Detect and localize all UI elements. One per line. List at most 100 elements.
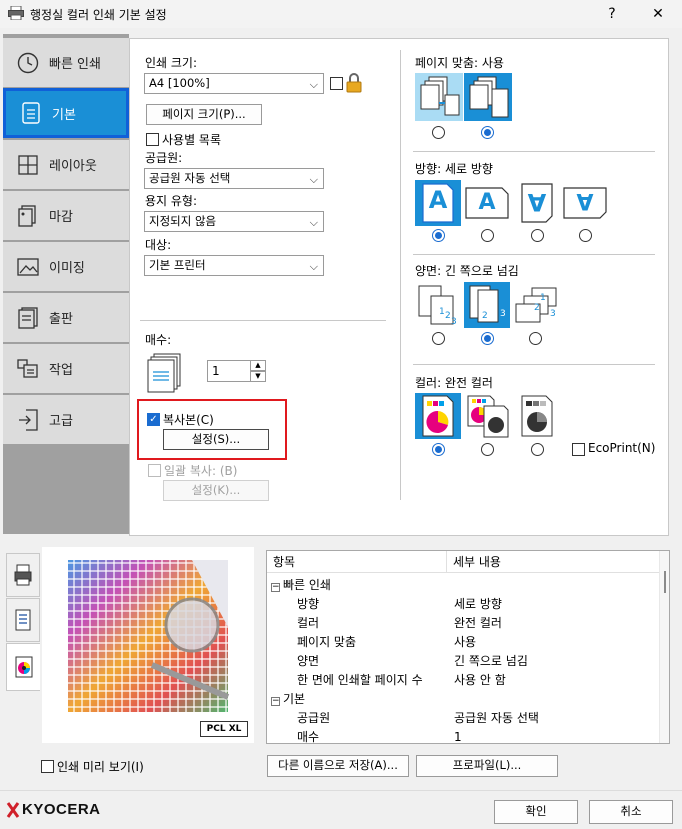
duplex-short-edge-icon[interactable]: 1 2 3 [514, 282, 560, 328]
color-label: 컬러: 완전 컬러 [415, 376, 493, 390]
svg-text:2: 2 [445, 311, 451, 321]
duplex-off-icon[interactable]: 1 2 3 [415, 282, 461, 328]
orientation-rotated-landscape-radio[interactable] [579, 229, 592, 242]
orientation-landscape-option[interactable]: A [464, 180, 510, 226]
copies-down-arrow-icon[interactable]: ▼ [250, 371, 266, 382]
sidebar-item-basic[interactable]: 기본 [3, 88, 129, 138]
help-button[interactable]: ? [597, 3, 627, 25]
sidebar-item-label: 이미징 [49, 261, 85, 276]
custom-list-checkbox[interactable] [146, 133, 159, 146]
table-group-row[interactable]: − 기본 [267, 690, 659, 709]
batch-settings-button[interactable]: 설정(K)... [163, 480, 269, 501]
ecoprint-label: EcoPrint(N) [588, 441, 656, 455]
copies-up-arrow-icon[interactable]: ▲ [250, 360, 266, 371]
duplex-long-edge-radio[interactable] [481, 332, 494, 345]
orientation-portrait-option[interactable]: A [415, 180, 461, 226]
svg-text:2: 2 [482, 311, 488, 321]
duplex-short-edge-radio[interactable] [529, 332, 542, 345]
fit-off-icon[interactable] [415, 73, 463, 121]
ok-button[interactable]: 확인 [494, 800, 578, 824]
sidebar-item-label: 고급 [49, 414, 73, 429]
sidebar-item-publishing[interactable]: 출판 [3, 293, 129, 343]
collapse-icon[interactable]: − [271, 697, 280, 706]
orientation-landscape-radio[interactable] [481, 229, 494, 242]
orientation-glyph: A [428, 186, 448, 214]
column-divider [400, 50, 401, 500]
fit-off-radio[interactable] [432, 126, 445, 139]
table-row[interactable]: 양면 긴 쪽으로 넘김 [267, 652, 659, 671]
close-button[interactable]: ✕ [643, 3, 673, 25]
kyocera-logo-text: KYOCERA [22, 801, 101, 818]
orientation-glyph: A [478, 190, 496, 215]
table-row[interactable]: 한 면에 인쇄할 페이지 수 사용 안 함 [267, 671, 659, 690]
fit-on-icon[interactable] [464, 73, 512, 121]
table-row[interactable]: 컬러 완전 컬러 [267, 614, 659, 633]
auto-color-radio[interactable] [481, 443, 494, 456]
print-size-select[interactable]: A4 [100%] ⌵ [144, 73, 324, 94]
black-white-icon[interactable] [514, 393, 560, 439]
black-white-radio[interactable] [531, 443, 544, 456]
sidebar-item-label: 기본 [52, 107, 76, 123]
row-detail: 1 [454, 730, 462, 744]
orientation-glyph: A [527, 188, 547, 216]
destination-select[interactable]: 기본 프린터 ⌵ [144, 255, 324, 276]
batch-copy-checkbox[interactable] [148, 464, 161, 477]
media-type-select[interactable]: 지정되지 않음 ⌵ [144, 211, 324, 232]
clock-icon [13, 51, 43, 75]
sidebar-item-quick-print[interactable]: 빠른 인쇄 [3, 38, 129, 88]
scrollbar-thumb[interactable] [664, 571, 666, 593]
orientation-rotated-portrait-radio[interactable] [531, 229, 544, 242]
divider [140, 320, 386, 321]
page-size-button[interactable]: 페이지 크기(P)... [146, 104, 262, 125]
table-row[interactable]: 방향 세로 방향 [267, 595, 659, 614]
orientation-rotated-landscape-option[interactable]: A [562, 180, 608, 226]
copies-input[interactable]: 1 [207, 360, 251, 382]
column-header-item[interactable]: 항목 [267, 551, 447, 573]
sidebar-item-imaging[interactable]: 이미징 [3, 242, 129, 292]
media-type-value: 지정되지 않음 [149, 214, 217, 228]
full-color-icon[interactable] [415, 393, 461, 439]
sidebar-item-label: 작업 [49, 363, 73, 378]
source-select[interactable]: 공급원 자동 선택 ⌵ [144, 168, 324, 189]
tab-printer[interactable] [6, 553, 40, 597]
collapse-icon[interactable]: − [271, 583, 280, 592]
table-row[interactable]: 공급원 공급원 자동 선택 [267, 709, 659, 728]
table-group-row[interactable]: − 빠른 인쇄 [267, 576, 659, 595]
row-item: 한 면에 인쇄할 페이지 수 [297, 673, 423, 687]
sidebar-item-job[interactable]: 작업 [3, 344, 129, 394]
copy-checkbox[interactable]: ✓ [147, 413, 160, 426]
auto-color-icon[interactable] [464, 393, 510, 439]
lock-size-checkbox[interactable] [330, 77, 343, 90]
print-preview-checkbox[interactable] [41, 760, 54, 773]
job-icon [13, 357, 43, 381]
orientation-rotated-portrait-option[interactable]: A [514, 180, 560, 226]
source-value: 공급원 자동 선택 [149, 171, 231, 185]
profile-button[interactable]: 프로파일(L)... [416, 755, 558, 777]
sidebar-item-layout[interactable]: 레이아웃 [3, 140, 129, 190]
ecoprint-checkbox[interactable] [572, 443, 585, 456]
sidebar-item-advanced[interactable]: 고급 [3, 395, 129, 445]
row-detail: 공급원 자동 선택 [454, 711, 539, 725]
row-item: 방향 [297, 597, 320, 611]
duplex-off-radio[interactable] [432, 332, 445, 345]
divider [413, 364, 655, 365]
table-row[interactable]: 매수 1 [267, 728, 659, 744]
table-scrollbar[interactable] [659, 551, 669, 743]
sidebar-item-finishing[interactable]: 마감 [3, 191, 129, 241]
fit-on-radio[interactable] [481, 126, 494, 139]
tab-color[interactable] [6, 643, 40, 691]
table-row[interactable]: 페이지 맞춤 사용 [267, 633, 659, 652]
cancel-button[interactable]: 취소 [589, 800, 673, 824]
full-color-radio[interactable] [432, 443, 445, 456]
orientation-portrait-radio[interactable] [432, 229, 445, 242]
color-chart-preview-image [68, 560, 230, 712]
column-header-detail[interactable]: 세부 내용 [447, 551, 659, 573]
sidebar-item-label: 출판 [49, 312, 73, 327]
copy-checkbox-label: 복사본(C) [163, 413, 214, 427]
row-item: 공급원 [297, 711, 331, 725]
chevron-down-icon: ⌵ [309, 78, 318, 91]
copy-settings-button[interactable]: 설정(S)... [163, 429, 269, 450]
tab-document[interactable] [6, 598, 40, 642]
save-as-button[interactable]: 다른 이름으로 저장(A)... [267, 755, 409, 777]
duplex-long-edge-icon[interactable]: 2 3 [464, 282, 510, 328]
